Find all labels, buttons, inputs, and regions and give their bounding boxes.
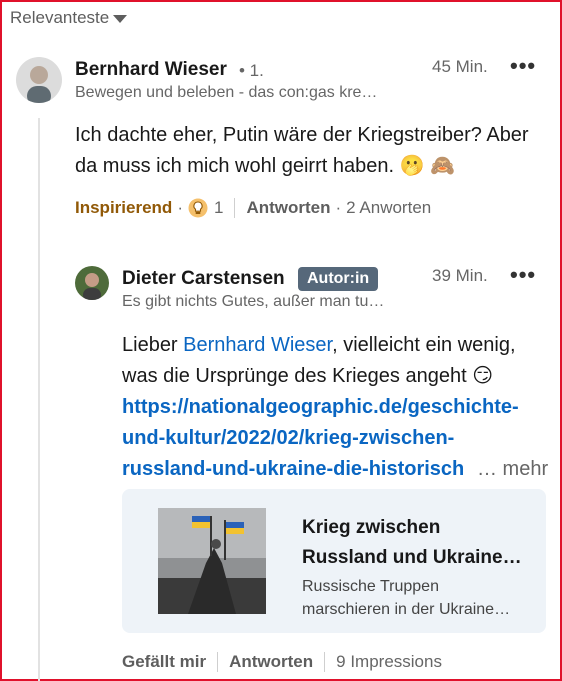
link-preview-card[interactable]: Krieg zwischen Russland und Ukraine… Rus… (122, 489, 546, 633)
sort-dropdown[interactable]: Relevanteste (10, 8, 128, 28)
lightbulb-icon (188, 198, 208, 218)
card-description-line: marschieren in der Ukraine… (302, 601, 511, 618)
divider (234, 198, 236, 218)
comment-text: Ich dachte eher, Putin wäre der Kriegstr… (75, 120, 555, 182)
avatar-bernhard[interactable] (16, 57, 62, 103)
article-thumbnail (158, 508, 266, 614)
article-link-line[interactable]: und-kultur/2022/02/krieg-zwischen- (122, 423, 552, 454)
article-link-line[interactable]: russland-und-ukraine-die-historische (122, 454, 465, 485)
avatar-dieter[interactable] (75, 266, 109, 300)
more-options-icon[interactable]: ••• (510, 53, 536, 79)
like-button[interactable]: Gefällt mir (122, 652, 206, 672)
replies-count[interactable]: 2 Anworten (346, 198, 431, 218)
author-name[interactable]: Bernhard Wieser (75, 59, 227, 81)
reply-author-name[interactable]: Dieter Carstensen (122, 268, 285, 290)
replies-dot: · (335, 198, 342, 217)
card-description-line: Russische Truppen (302, 578, 439, 595)
impressions-count: 9 Impressions (336, 652, 442, 671)
see-more-link[interactable]: … mehr (477, 454, 548, 485)
reply-button[interactable]: Antworten (246, 198, 330, 218)
reply-text-prefix: Lieber (122, 334, 184, 356)
reply-text-rest: , vielleicht ein wenig, (332, 334, 516, 356)
reaction-dot: · (177, 198, 183, 217)
reply-button[interactable]: Antworten (229, 652, 313, 672)
reply-text: Lieber Bernhard Wieser, vielleicht ein w… (122, 330, 552, 485)
mention-link[interactable]: Bernhard Wieser (183, 334, 332, 356)
divider (217, 652, 219, 672)
reply-actions: Gefällt mir Antworten 9 Impressions (122, 652, 442, 672)
connection-degree: • 1. (239, 61, 264, 80)
reply-author-headline: Es gibt nichts Gutes, außer man tu… (122, 293, 385, 310)
sort-label: Relevanteste (10, 8, 110, 27)
reply-timestamp: 39 Min. (432, 266, 488, 285)
reply-text-line: was die Ursprünge des Krieges angeht 😏 (122, 365, 494, 387)
reaction-count: 1 (213, 198, 224, 217)
comment-text-line: Ich dachte eher, Putin wäre der Kriegstr… (75, 124, 529, 146)
reply-more-options-icon[interactable]: ••• (510, 262, 536, 288)
author-headline: Bewegen und beleben - das con:gas kre… (75, 84, 378, 101)
comment-text-line: da muss ich mich wohl geirrt haben. 🫢 🙈 (75, 155, 455, 177)
comment-actions: Inspirierend · 1 Antworten · 2 Anworten (75, 198, 431, 218)
card-title-line: Russland und Ukraine… (302, 547, 522, 568)
reaction-label[interactable]: Inspirierend (75, 198, 172, 218)
thread-line (38, 118, 40, 681)
author-badge: Autor:in (298, 267, 379, 291)
caret-down-icon (113, 15, 128, 23)
article-link[interactable]: https://nationalgeographic.de/geschichte… (122, 392, 552, 485)
article-link-line[interactable]: https://nationalgeographic.de/geschichte… (122, 392, 552, 423)
timestamp: 45 Min. (432, 57, 488, 76)
divider (324, 652, 326, 672)
card-title-line: Krieg zwischen (302, 517, 441, 538)
